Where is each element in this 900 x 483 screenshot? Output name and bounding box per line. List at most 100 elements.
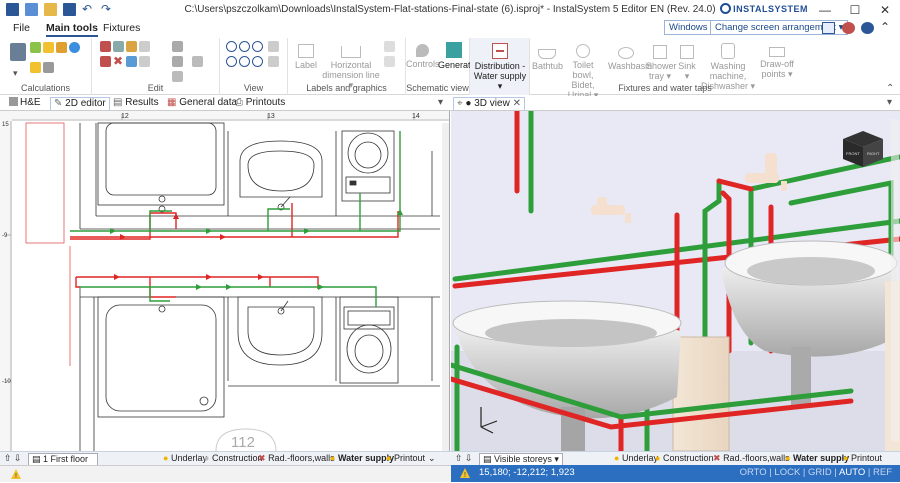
svg-text:!: ! — [464, 472, 466, 479]
floor-up-icon[interactable]: ⇧ — [4, 453, 12, 464]
washbasin-lower[interactable] — [237, 296, 323, 366]
tab-printouts[interactable]: ⎙ Printouts — [232, 97, 288, 110]
color-scheme-icon[interactable] — [842, 22, 855, 34]
maximize-button[interactable]: ☐ — [840, 0, 870, 20]
generate-button[interactable]: Generate — [438, 41, 476, 70]
mode-orto[interactable]: ORTO — [740, 467, 767, 478]
toggle-water-supply-3d[interactable]: ● Water supply — [785, 453, 849, 463]
drop-icon[interactable] — [69, 42, 80, 53]
group-icon[interactable] — [192, 56, 203, 67]
left-tabs-menu-icon[interactable]: ▾ — [438, 97, 443, 108]
zoom-in-icon[interactable] — [226, 41, 237, 52]
calculator-icon[interactable] — [10, 43, 26, 61]
toilet-upper[interactable] — [341, 130, 395, 202]
3d-scene[interactable]: FRONT RIGHT — [451, 111, 900, 451]
close-button[interactable]: ✕ — [870, 0, 900, 20]
move-icon[interactable] — [100, 56, 111, 67]
cut-icon[interactable] — [100, 41, 111, 52]
toggle-underlay[interactable]: ● Underlay — [163, 453, 207, 463]
3d-view-canvas[interactable]: FRONT RIGHT — [451, 111, 900, 451]
distribution-water-supply-button[interactable]: Distribution - Water supply ▾ — [472, 41, 528, 91]
tab-2d-editor[interactable]: ✎ 2D editor — [50, 97, 110, 110]
pan-icon[interactable] — [239, 56, 250, 67]
properties-icon[interactable] — [172, 56, 183, 67]
menu-main-tools[interactable]: Main tools — [46, 22, 98, 37]
storey-up-icon[interactable]: ⇧ — [455, 453, 463, 464]
view-cube-front-label: FRONT — [846, 151, 860, 156]
mode-lock[interactable]: LOCK — [774, 467, 800, 478]
warning-icon[interactable]: ! — [10, 468, 22, 480]
calc-option-icon[interactable] — [30, 62, 41, 73]
calc-settings-icon[interactable] — [43, 62, 54, 73]
bathtub-upper[interactable] — [97, 122, 225, 213]
mode-auto[interactable]: AUTO — [839, 467, 865, 478]
toggle-printout-3d[interactable]: ● Printout — [843, 453, 882, 463]
select-icon[interactable] — [139, 41, 150, 52]
text-style-icon[interactable] — [384, 41, 395, 52]
graphics-icon[interactable] — [384, 56, 395, 67]
copy-icon[interactable] — [113, 41, 124, 52]
calc-dropdown-icon[interactable]: ▾ — [13, 68, 18, 79]
3d-vertical-scrollbar[interactable] — [891, 119, 899, 441]
toilet-icon — [576, 44, 590, 58]
zoom-out-icon[interactable] — [239, 41, 250, 52]
toggle-water-supply[interactable]: ● Water supply — [330, 453, 394, 463]
tab-general-data[interactable]: ▦ General data — [164, 97, 240, 110]
view-layers-icon[interactable] — [268, 41, 279, 52]
zoom-window-icon[interactable] — [226, 56, 237, 67]
close-tab-icon[interactable]: ✕ — [513, 98, 521, 109]
shower-tray-button[interactable]: Shower tray ▾ — [646, 41, 677, 81]
mode-ref[interactable]: REF — [873, 467, 892, 478]
warning-icon-3d[interactable]: ! — [459, 467, 471, 479]
cabinet[interactable] — [672, 336, 730, 451]
washbasin-icon — [618, 47, 634, 59]
arrange-icon[interactable] — [172, 41, 183, 52]
washbasin-button[interactable]: Washbasin — [608, 41, 652, 71]
align-icon[interactable] — [172, 71, 183, 82]
toggle-rad-floors[interactable]: ✖ Rad.-floors,walls — [258, 453, 335, 464]
controls-button[interactable]: Controls — [406, 41, 440, 69]
paste-icon[interactable] — [126, 41, 137, 52]
2d-editor-canvas[interactable]: 12 13 14 15 -9 -10 112 — [0, 111, 450, 451]
delete-icon[interactable]: ✖ — [113, 55, 124, 67]
view-options-icon[interactable] — [268, 56, 279, 67]
toggle-construction[interactable]: ● Construction — [204, 453, 262, 463]
collapse-ribbon-icon[interactable]: ⌃ — [880, 20, 890, 34]
group-title-schematic: Schematic view — [406, 83, 469, 93]
menu-fixtures[interactable]: Fixtures — [103, 22, 140, 34]
minimize-button[interactable]: — — [810, 0, 840, 20]
toggle-construction-3d[interactable]: ● Construction — [655, 453, 713, 463]
toggle-printout[interactable]: ● Printout — [386, 453, 425, 463]
storey-down-icon[interactable]: ⇩ — [465, 453, 473, 464]
mirror-icon[interactable] — [139, 56, 150, 67]
mode-grid[interactable]: GRID — [808, 467, 832, 478]
2d-vertical-scrollbar[interactable] — [442, 123, 450, 451]
tab-results[interactable]: ▤ Results — [110, 97, 162, 110]
calc-mode-icon-2[interactable] — [43, 42, 54, 53]
washbasin-upper[interactable] — [239, 140, 323, 211]
layout-icon[interactable] — [822, 22, 835, 34]
menu-file[interactable]: File — [13, 22, 30, 34]
toggle-rad-floors-3d[interactable]: ✖ Rad.-floors,walls — [713, 453, 790, 464]
toilet-lower[interactable] — [339, 296, 399, 384]
2d-plan-drawing[interactable]: 12 13 14 15 -9 -10 112 — [0, 111, 450, 451]
tab-he[interactable]: H&E — [6, 97, 44, 110]
tab-3d-view[interactable]: ⌖ ● 3D view ✕ — [453, 97, 525, 110]
toggle-underlay-3d[interactable]: ● Underlay — [614, 453, 658, 463]
zoom-all-icon[interactable] — [252, 56, 263, 67]
bathtub-button[interactable]: Bathtub — [532, 41, 563, 71]
help-icon[interactable] — [861, 22, 874, 34]
draw-off-points-button[interactable]: Draw-off points ▾ — [758, 41, 796, 79]
group-view: View — [220, 38, 288, 95]
rotate-icon[interactable] — [126, 56, 137, 67]
bathtub-lower[interactable] — [97, 296, 225, 418]
label-button[interactable]: Label — [292, 41, 320, 70]
right-tabs-menu-icon[interactable]: ▾ — [887, 97, 892, 108]
zoom-fit-icon[interactable] — [252, 41, 263, 52]
layer-options-icon[interactable]: ⌄ — [428, 453, 436, 464]
floor-down-icon[interactable]: ⇩ — [14, 453, 22, 464]
calc-mode-icon-3[interactable] — [56, 42, 67, 53]
ribbon-collapse-icon[interactable]: ⌃ — [886, 83, 894, 94]
sink-button[interactable]: Sink ▾ — [677, 41, 697, 81]
calc-mode-icon-1[interactable] — [30, 42, 41, 53]
